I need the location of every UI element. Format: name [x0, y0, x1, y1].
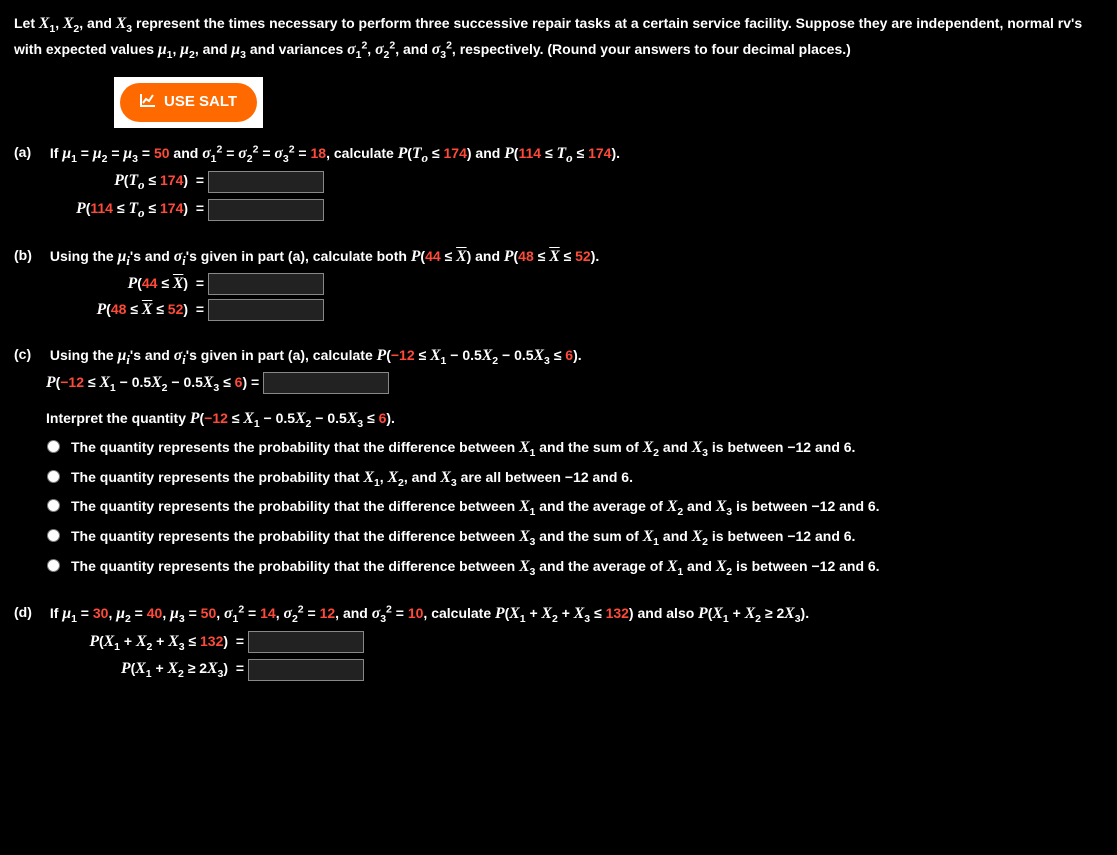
chart-icon [140, 92, 156, 113]
interpret-prompt: Interpret the quantity P(−12 ≤ X1 − 0.5X… [46, 407, 1103, 433]
use-salt-button[interactable]: USE SALT [120, 83, 257, 122]
text: Using the [50, 347, 118, 363]
text: and also [634, 605, 699, 621]
c-option-4-text: The quantity represents the probability … [71, 525, 855, 551]
part-b: (b) Using the μi's and σi's given in par… [14, 245, 1103, 322]
c-radio-5[interactable] [47, 559, 60, 572]
text: . [616, 145, 620, 161]
text: and [170, 145, 203, 161]
c-option-1[interactable]: The quantity represents the probability … [42, 436, 1103, 462]
text: . [595, 248, 599, 264]
text: 's given in part (a), calculate [186, 347, 377, 363]
a-answer-2[interactable] [208, 199, 324, 221]
c-radio-3[interactable] [47, 499, 60, 512]
d-eq1-lhs: P(X1 + X2 + X3 ≤ 132) = [14, 630, 248, 656]
text: . [578, 347, 582, 363]
value-mu: 50 [154, 145, 170, 161]
salt-container: USE SALT [114, 77, 263, 128]
text: , calculate [423, 605, 495, 621]
text: . [805, 605, 809, 621]
text: and [471, 248, 504, 264]
text: If [50, 605, 62, 621]
a-eq2-lhs: P(114 ≤ To ≤ 174) = [14, 197, 208, 223]
part-d: (d) If μ1 = 30, μ2 = 40, μ3 = 50, σ12 = … [14, 602, 1103, 683]
a-answer-1[interactable] [208, 171, 324, 193]
c-option-5-text: The quantity represents the probability … [71, 555, 880, 581]
d-answer-2[interactable] [248, 659, 364, 681]
part-d-label: (d) [14, 602, 46, 623]
text: Using the [50, 248, 118, 264]
c-radio-1[interactable] [47, 440, 60, 453]
part-c-label: (c) [14, 344, 46, 365]
c-option-4[interactable]: The quantity represents the probability … [42, 525, 1103, 551]
text: 's and [130, 248, 174, 264]
b-eq1-lhs: P(44 ≤ X) = [14, 272, 208, 296]
c-option-3-text: The quantity represents the probability … [71, 495, 880, 521]
c-option-1-text: The quantity represents the probability … [71, 436, 855, 462]
text: 's and [130, 347, 174, 363]
c-option-3[interactable]: The quantity represents the probability … [42, 495, 1103, 521]
text: If [50, 145, 62, 161]
b-answer-2[interactable] [208, 299, 324, 321]
text: 's given in part (a), calculate both [186, 248, 411, 264]
part-a: (a) If μ1 = μ2 = μ3 = 50 and σ12 = σ22 =… [14, 142, 1103, 223]
problem-intro: Let X1, X2, and X3 represent the times n… [14, 12, 1103, 63]
d-eq2-lhs: P(X1 + X2 ≥ 2X3) = [14, 657, 248, 683]
part-a-label: (a) [14, 142, 46, 163]
salt-label: USE SALT [164, 91, 237, 114]
c-option-5[interactable]: The quantity represents the probability … [42, 555, 1103, 581]
value-sigma: 18 [311, 145, 327, 161]
d-answer-1[interactable] [248, 631, 364, 653]
b-eq2-lhs: P(48 ≤ X ≤ 52) = [14, 298, 208, 322]
c-answer[interactable] [263, 372, 389, 394]
c-option-2[interactable]: The quantity represents the probability … [42, 466, 1103, 492]
c-option-2-text: The quantity represents the probability … [71, 466, 633, 492]
c-radio-4[interactable] [47, 529, 60, 542]
part-c: (c) Using the μi's and σi's given in par… [14, 344, 1103, 581]
text: and [472, 145, 505, 161]
a-eq1-lhs: P(To ≤ 174) = [14, 169, 208, 195]
b-answer-1[interactable] [208, 273, 324, 295]
part-b-label: (b) [14, 245, 46, 266]
c-radio-2[interactable] [47, 470, 60, 483]
text: , calculate [326, 145, 398, 161]
